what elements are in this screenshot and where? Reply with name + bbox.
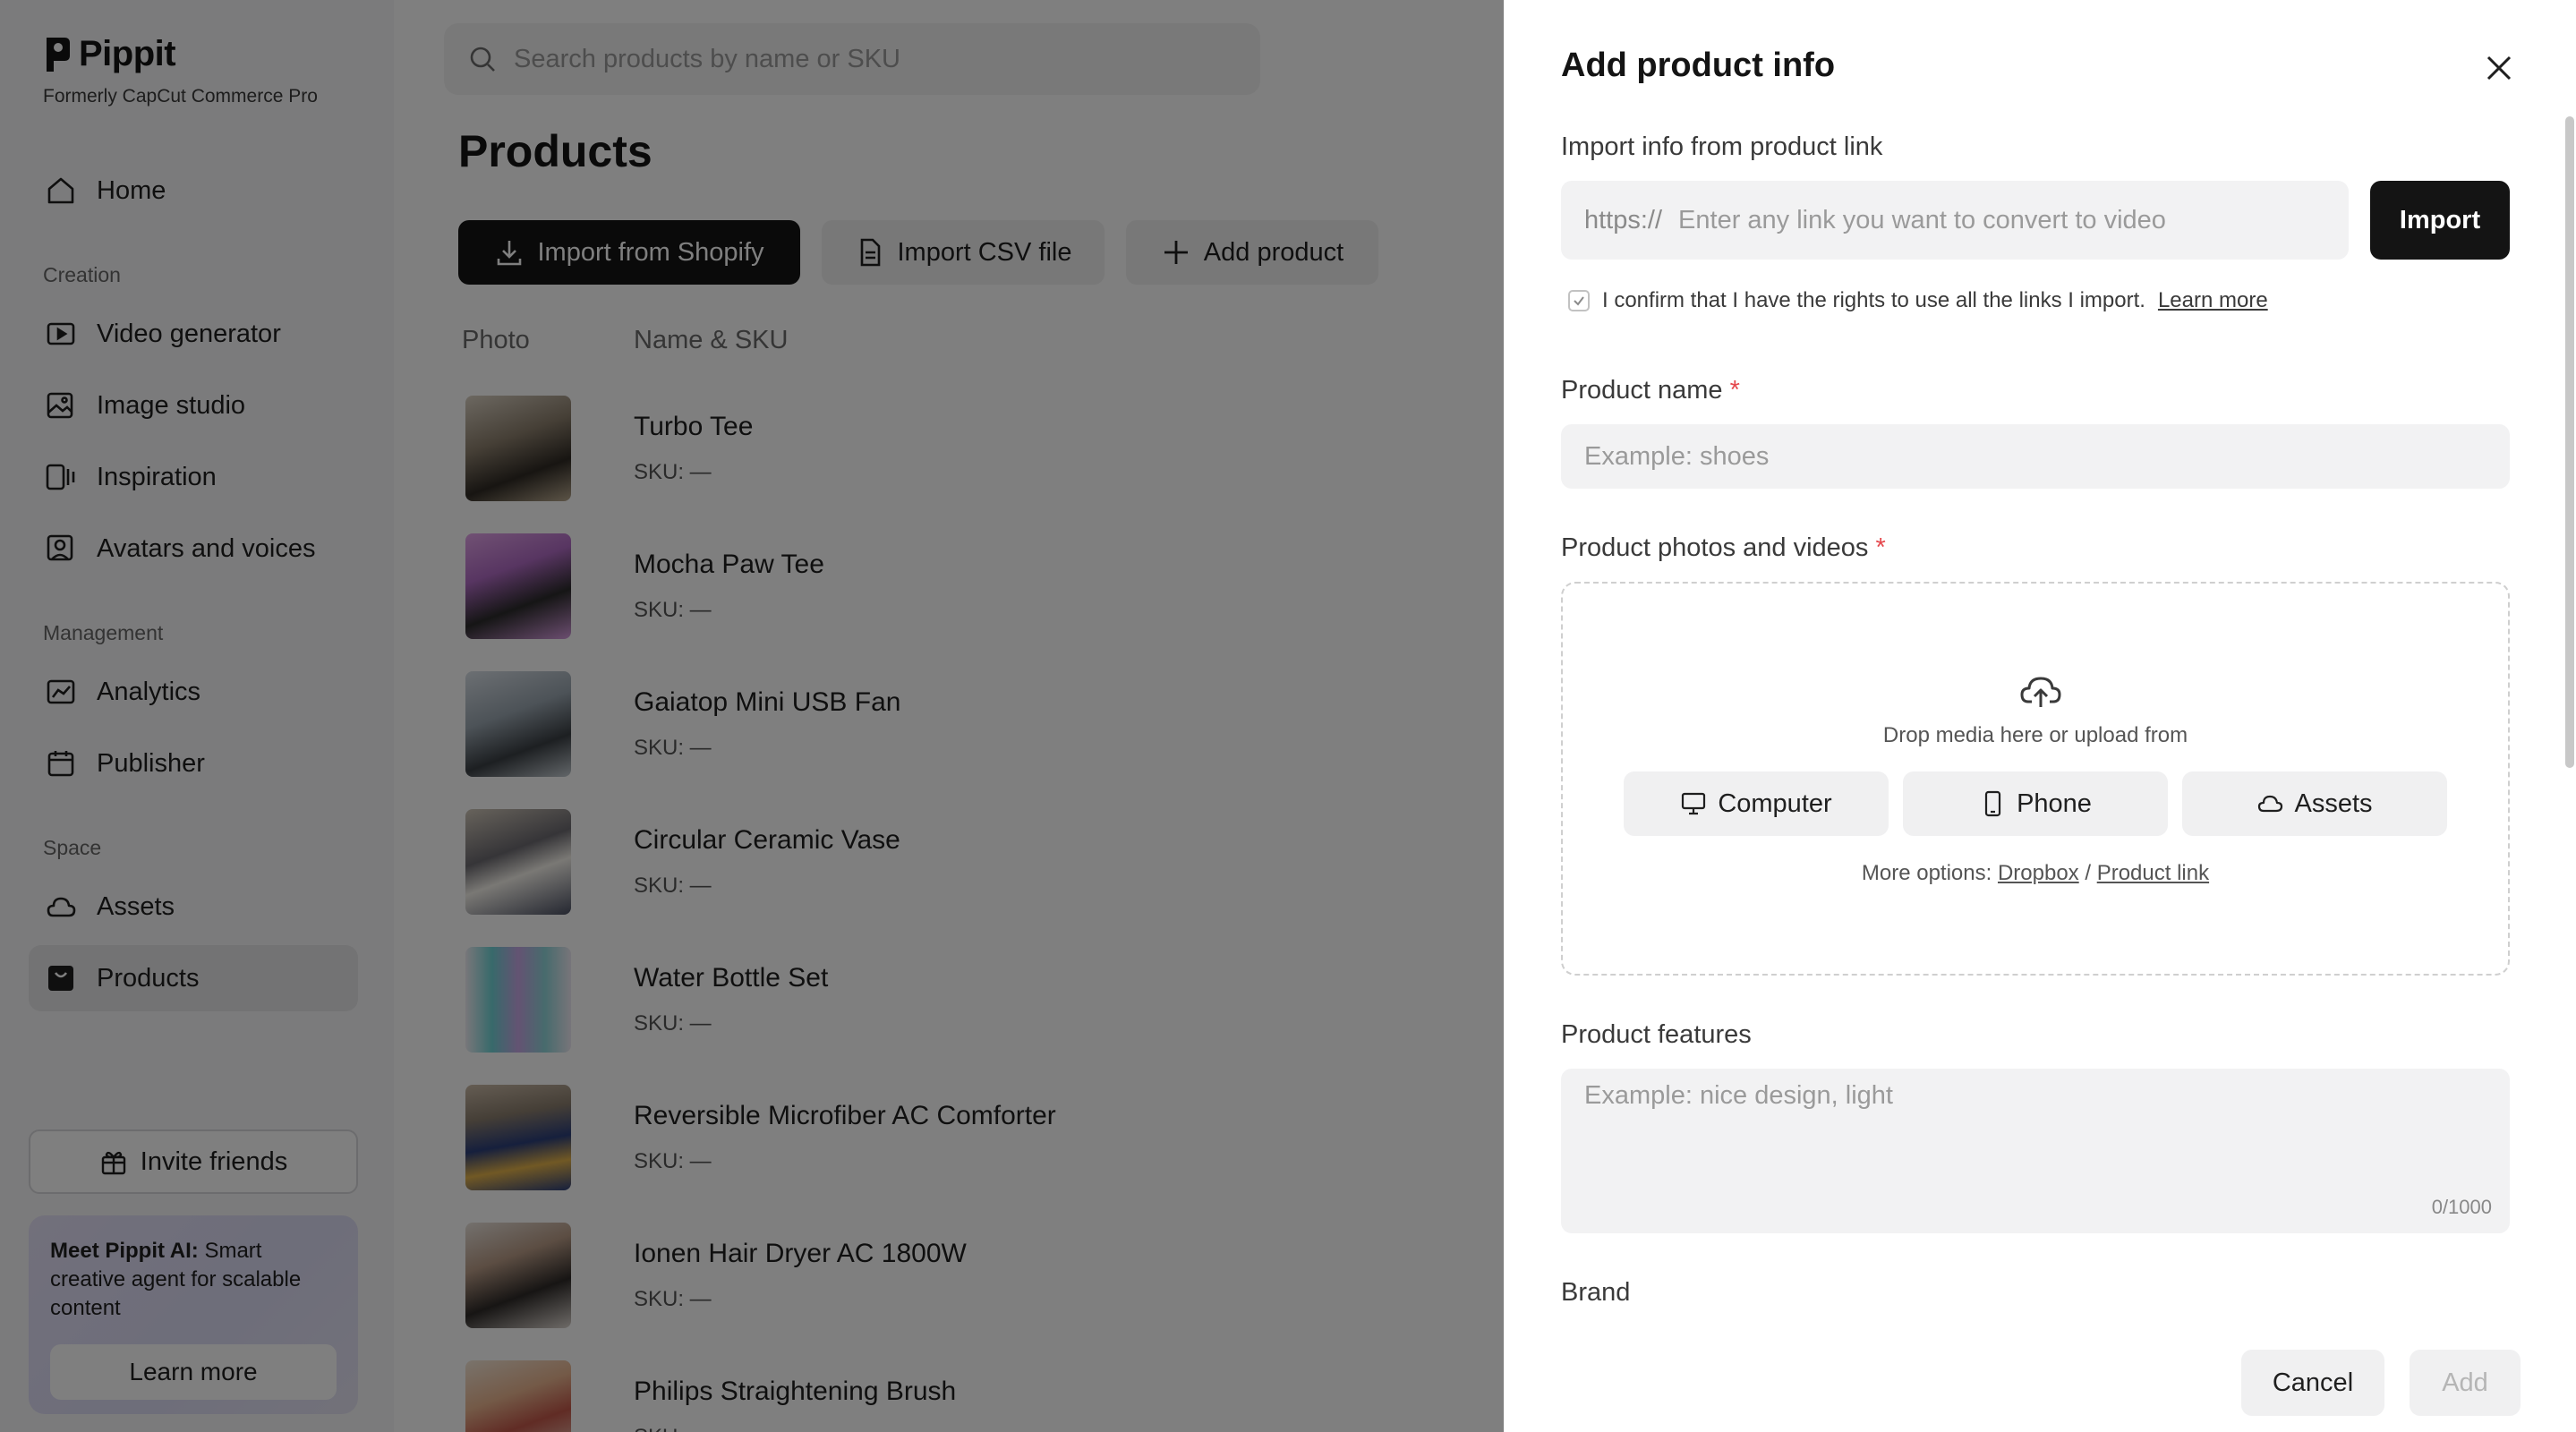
required-mark: * — [1730, 376, 1740, 405]
upload-computer-button[interactable]: Computer — [1624, 771, 1889, 836]
link-prefix: https:// — [1584, 206, 1662, 235]
upload-phone-label: Phone — [2017, 789, 2092, 819]
upload-phone-button[interactable]: Phone — [1903, 771, 2168, 836]
upload-assets-label: Assets — [2294, 789, 2372, 819]
product-name-label: Product name * — [1561, 376, 1740, 405]
media-dropzone[interactable]: Drop media here or upload from Computer … — [1561, 582, 2510, 976]
cloud-icon — [2256, 790, 2283, 817]
product-name-input[interactable]: Example: shoes — [1561, 424, 2510, 489]
char-counter: 0/1000 — [2432, 1196, 2492, 1219]
monitor-icon — [1680, 790, 1707, 817]
media-label: Product photos and videos * — [1561, 533, 1886, 563]
upload-assets-button[interactable]: Assets — [2182, 771, 2447, 836]
modal-backdrop[interactable] — [0, 0, 1504, 1432]
add-button[interactable]: Add — [2410, 1350, 2521, 1416]
confirm-text: I confirm that I have the rights to use … — [1602, 288, 2145, 313]
link-placeholder: Enter any link you want to convert to vi… — [1678, 206, 2166, 235]
upload-computer-label: Computer — [1718, 789, 1831, 819]
product-link-option[interactable]: Product link — [2097, 861, 2209, 885]
import-link-label: Import info from product link — [1561, 132, 1882, 162]
cancel-button[interactable]: Cancel — [2241, 1350, 2384, 1416]
product-link-input[interactable]: https:// Enter any link you want to conv… — [1561, 181, 2349, 260]
features-label: Product features — [1561, 1020, 1752, 1050]
import-button[interactable]: Import — [2370, 181, 2510, 260]
features-textarea[interactable]: Example: nice design, light 0/1000 — [1561, 1069, 2510, 1233]
dropbox-link[interactable]: Dropbox — [1998, 861, 2079, 885]
phone-icon — [1979, 790, 2006, 817]
close-icon[interactable] — [2481, 50, 2517, 86]
check-icon — [1572, 294, 1586, 308]
features-placeholder: Example: nice design, light — [1584, 1081, 1893, 1110]
drawer-title: Add product info — [1561, 47, 1835, 85]
rights-checkbox[interactable] — [1568, 290, 1590, 311]
scrollbar[interactable] — [2565, 116, 2574, 768]
cloud-upload-icon — [2019, 673, 2062, 711]
rights-confirmation: I confirm that I have the rights to use … — [1568, 288, 2268, 313]
learn-more-link[interactable]: Learn more — [2158, 288, 2268, 313]
more-options: More options: Dropbox / Product link — [1563, 861, 2508, 886]
drop-text: Drop media here or upload from — [1563, 723, 2508, 748]
add-product-drawer: Add product info Import info from produc… — [1504, 0, 2576, 1432]
brand-label: Brand — [1561, 1278, 1630, 1308]
required-mark: * — [1875, 533, 1885, 562]
product-name-placeholder: Example: shoes — [1584, 442, 1769, 471]
